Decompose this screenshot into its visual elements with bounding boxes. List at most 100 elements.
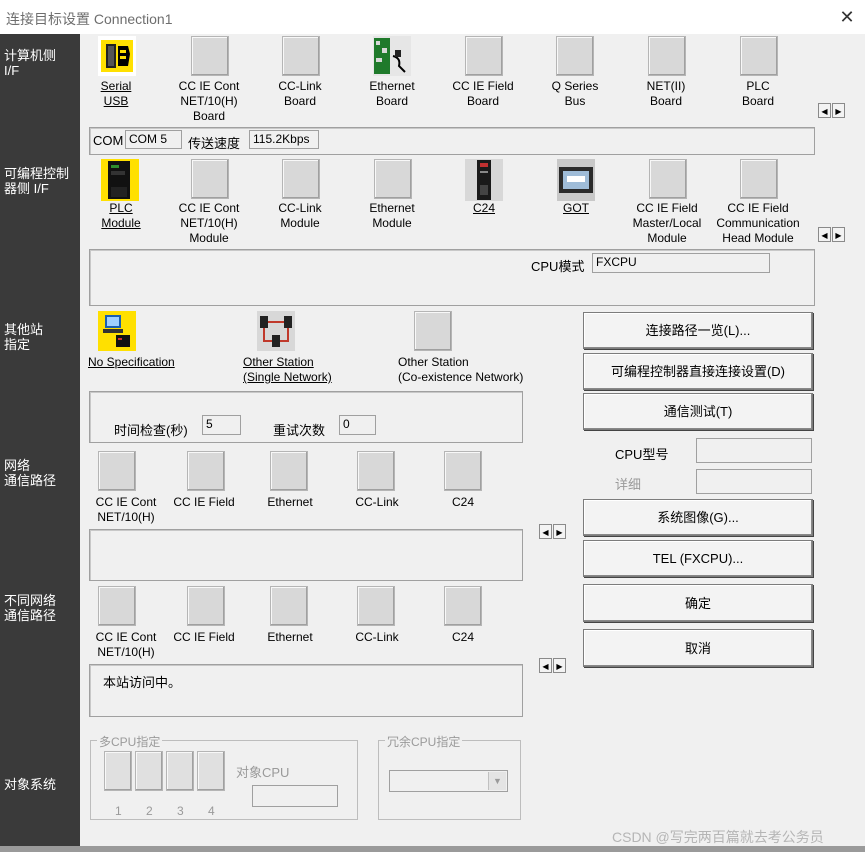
pc-if-label: PLC Board <box>741 79 775 108</box>
route-cc-link-button[interactable] <box>357 451 395 491</box>
time-check-field[interactable]: 5 <box>202 415 241 435</box>
plc-board-button[interactable] <box>740 36 778 76</box>
speed-label: 传送速度 <box>188 136 241 151</box>
bottom-border <box>0 846 865 852</box>
cc-ie-field-board-button[interactable] <box>465 36 503 76</box>
cpu-model-label: CPU型号 <box>615 447 669 462</box>
sidebar-label-network-route: 网络 通信路径 <box>4 458 57 488</box>
diff-route-label: C24 <box>451 630 475 644</box>
plc-if-label: Ethernet Module <box>369 201 415 230</box>
time-check-label: 时间检查(秒) <box>114 423 188 438</box>
plc-if-scroll-left-icon[interactable]: ◀ <box>818 227 831 242</box>
target-cpu-field <box>252 785 338 807</box>
cc-ie-cont-module-button[interactable] <box>191 159 229 199</box>
c24-icon <box>465 159 503 201</box>
ethernet-module-button[interactable] <box>374 159 412 199</box>
sidebar-label-other-station: 其他站 指定 <box>4 322 44 352</box>
speed-field[interactable]: 115.2Kbps <box>249 130 319 149</box>
window-title: 连接目标设置 Connection1 <box>6 11 173 27</box>
plc-if-label: C24 <box>472 201 496 215</box>
plc-module-button[interactable] <box>101 159 139 201</box>
other-station-coexistence-button[interactable] <box>414 311 452 351</box>
no-specification-label: No Specification <box>88 355 175 369</box>
ethernet-board-button[interactable] <box>373 36 411 76</box>
detail-label: 详细 <box>615 477 642 492</box>
sidebar <box>0 34 80 846</box>
plc-if-label: PLC Module <box>101 201 141 230</box>
pc-if-scroll-left-icon[interactable]: ◀ <box>818 103 831 118</box>
tel-button[interactable]: TEL (FXCPU)... <box>583 540 813 577</box>
diff-route-c24-button[interactable] <box>444 586 482 626</box>
comm-test-button[interactable]: 通信测试(T) <box>583 393 813 430</box>
com-label: COM <box>93 133 124 148</box>
diff-route-scroll-left-icon[interactable]: ◀ <box>539 658 552 673</box>
cpu-slot-label: 4 <box>208 804 215 818</box>
other-station-single-network-button[interactable] <box>257 311 295 351</box>
cpu-slot-2 <box>135 751 163 791</box>
diff-route-cc-link-button[interactable] <box>357 586 395 626</box>
diff-route-label: CC IE Cont NET/10(H) <box>95 630 157 659</box>
detail-field <box>696 469 812 494</box>
diff-route-ethernet-button[interactable] <box>270 586 308 626</box>
route-label: CC-Link <box>355 495 399 509</box>
route-ethernet-button[interactable] <box>270 451 308 491</box>
pc-if-label: Serial USB <box>100 79 132 108</box>
got-icon <box>557 159 595 201</box>
c24-button[interactable] <box>465 159 503 201</box>
q-series-bus-button[interactable] <box>556 36 594 76</box>
diff-route-cc-ie-field-button[interactable] <box>187 586 225 626</box>
cc-ie-cont-board-button[interactable] <box>191 36 229 76</box>
cpu-slot-label: 1 <box>115 804 122 818</box>
route-c24-button[interactable] <box>444 451 482 491</box>
cpu-slot-4 <box>197 751 225 791</box>
cpu-slot-label: 2 <box>146 804 153 818</box>
ok-button[interactable]: 确定 <box>583 584 813 622</box>
cc-link-board-button[interactable] <box>282 36 320 76</box>
plc-if-scroll-right-icon[interactable]: ▶ <box>832 227 845 242</box>
pc-if-scroll-right-icon[interactable]: ▶ <box>832 103 845 118</box>
serial-usb-button[interactable] <box>98 36 136 76</box>
serial-usb-icon <box>98 36 136 76</box>
cpu-slot-1 <box>104 751 132 791</box>
coexistence-network-label: Other Station (Co-existence Network) <box>398 355 524 384</box>
got-button[interactable] <box>557 159 595 201</box>
cpu-mode-label: CPU模式 <box>531 259 585 274</box>
single-network-icon <box>257 311 295 351</box>
plc-if-label: CC-Link Module <box>278 201 322 230</box>
no-specification-button[interactable] <box>98 311 136 351</box>
route-list-button[interactable]: 连接路径一览(L)... <box>583 312 813 349</box>
cc-ie-field-master-local-button[interactable] <box>649 159 687 199</box>
plc-if-label: GOT <box>563 201 589 215</box>
route-label: C24 <box>451 495 475 509</box>
single-network-label: Other Station (Single Network) <box>243 355 332 384</box>
pc-if-label: Q Series Bus <box>551 79 599 108</box>
route-cc-ie-field-button[interactable] <box>187 451 225 491</box>
sidebar-label-plc-if: 可编程控制 器侧 I/F <box>4 166 70 196</box>
sidebar-label-diff-network-route: 不同网络 通信路径 <box>4 593 57 623</box>
pc-if-label: CC IE Cont NET/10(H) Board <box>178 79 240 123</box>
plc-if-label: CC IE Field Master/Local Module <box>632 201 702 245</box>
plc-module-icon <box>101 159 139 201</box>
redundant-cpu-title: 冗余CPU指定 <box>385 733 463 750</box>
cc-ie-field-head-module-button[interactable] <box>740 159 778 199</box>
cpu-slot-label: 3 <box>177 804 184 818</box>
ethernet-board-icon <box>373 36 411 76</box>
direct-connect-button[interactable]: 可编程控制器直接连接设置(D) <box>583 353 813 390</box>
com-port-field[interactable]: COM 5 <box>125 130 182 149</box>
retry-field[interactable]: 0 <box>339 415 376 435</box>
cancel-button[interactable]: 取消 <box>583 629 813 667</box>
system-image-button[interactable]: 系统图像(G)... <box>583 499 813 536</box>
route-scroll-left-icon[interactable]: ◀ <box>539 524 552 539</box>
close-button[interactable]: ✕ <box>836 6 858 28</box>
cc-link-module-button[interactable] <box>282 159 320 199</box>
diff-route-scroll-right-icon[interactable]: ▶ <box>553 658 566 673</box>
route-cc-ie-cont-button[interactable] <box>98 451 136 491</box>
net2-board-button[interactable] <box>648 36 686 76</box>
cpu-model-field <box>696 438 812 463</box>
diff-route-label: CC-Link <box>355 630 399 644</box>
chevron-down-icon: ▼ <box>488 772 506 790</box>
route-scroll-right-icon[interactable]: ▶ <box>553 524 566 539</box>
plc-if-label: CC IE Cont NET/10(H) Module <box>178 201 240 245</box>
retry-label: 重试次数 <box>273 423 326 438</box>
diff-route-cc-ie-cont-button[interactable] <box>98 586 136 626</box>
